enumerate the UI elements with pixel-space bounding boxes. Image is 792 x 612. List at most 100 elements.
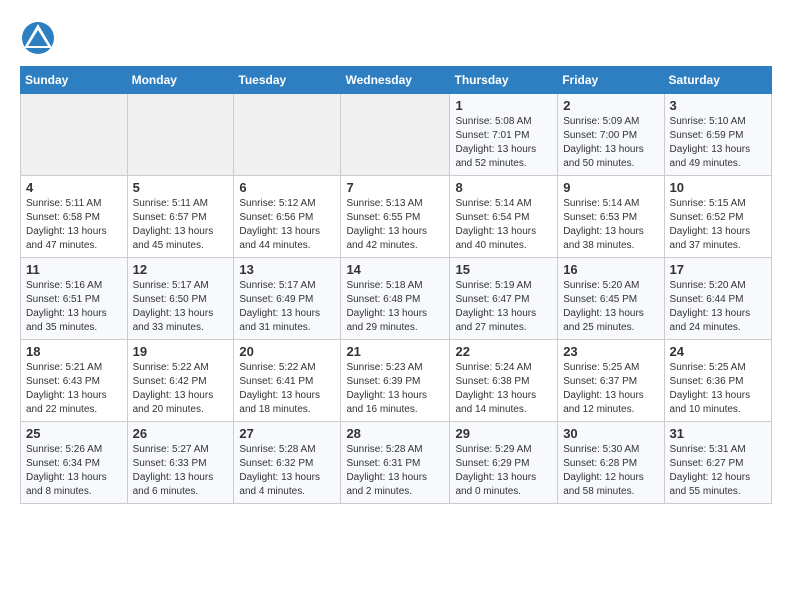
- day-number: 14: [346, 262, 444, 277]
- day-number: 13: [239, 262, 335, 277]
- calendar-cell: 28 Sunrise: 5:28 AM Sunset: 6:31 PM Dayli…: [341, 422, 450, 504]
- calendar-cell: [21, 94, 128, 176]
- calendar-cell: 4 Sunrise: 5:11 AM Sunset: 6:58 PM Daylig…: [21, 176, 128, 258]
- day-number: 17: [670, 262, 766, 277]
- weekday-header-thursday: Thursday: [450, 67, 558, 94]
- calendar-cell: [234, 94, 341, 176]
- day-number: 12: [133, 262, 229, 277]
- calendar-cell: 26 Sunrise: 5:27 AM Sunset: 6:33 PM Dayli…: [127, 422, 234, 504]
- calendar-cell: 15 Sunrise: 5:19 AM Sunset: 6:47 PM Dayli…: [450, 258, 558, 340]
- calendar-cell: 12 Sunrise: 5:17 AM Sunset: 6:50 PM Dayli…: [127, 258, 234, 340]
- day-info: Sunrise: 5:17 AM Sunset: 6:50 PM Dayligh…: [133, 279, 229, 335]
- day-number: 24: [670, 344, 766, 359]
- day-info: Sunrise: 5:27 AM Sunset: 6:33 PM Dayligh…: [133, 443, 229, 499]
- calendar-cell: 5 Sunrise: 5:11 AM Sunset: 6:57 PM Daylig…: [127, 176, 234, 258]
- day-info: Sunrise: 5:26 AM Sunset: 6:34 PM Dayligh…: [26, 443, 122, 499]
- day-info: Sunrise: 5:17 AM Sunset: 6:49 PM Dayligh…: [239, 279, 335, 335]
- calendar-cell: 30Sunrise: 5:30 AM Sunset: 6:28 PM Dayli…: [558, 422, 664, 504]
- day-number: 7: [346, 180, 444, 195]
- day-number: 2: [563, 98, 658, 113]
- day-info: Sunrise: 5:20 AM Sunset: 6:44 PM Dayligh…: [670, 279, 766, 335]
- weekday-header-sunday: Sunday: [21, 67, 128, 94]
- calendar-body: 1Sunrise: 5:08 AM Sunset: 7:01 PM Daylig…: [21, 94, 772, 504]
- day-number: 27: [239, 426, 335, 441]
- calendar-cell: 6 Sunrise: 5:12 AM Sunset: 6:56 PM Daylig…: [234, 176, 341, 258]
- calendar-cell: 13 Sunrise: 5:17 AM Sunset: 6:49 PM Dayli…: [234, 258, 341, 340]
- day-info: Sunrise: 5:28 AM Sunset: 6:32 PM Dayligh…: [239, 443, 335, 499]
- day-info: Sunrise: 5:09 AM Sunset: 7:00 PM Dayligh…: [563, 115, 658, 171]
- calendar-cell: 8 Sunrise: 5:14 AM Sunset: 6:54 PM Daylig…: [450, 176, 558, 258]
- day-info: Sunrise: 5:28 AM Sunset: 6:31 PM Dayligh…: [346, 443, 444, 499]
- calendar-cell: 10 Sunrise: 5:15 AM Sunset: 6:52 PM Dayli…: [664, 176, 771, 258]
- day-number: 29: [455, 426, 552, 441]
- calendar-cell: [127, 94, 234, 176]
- day-info: Sunrise: 5:19 AM Sunset: 6:47 PM Dayligh…: [455, 279, 552, 335]
- calendar-cell: 31 Sunrise: 5:31 AM Sunset: 6:27 PM Dayli…: [664, 422, 771, 504]
- calendar-cell: 19 Sunrise: 5:22 AM Sunset: 6:42 PM Dayli…: [127, 340, 234, 422]
- day-info: Sunrise: 5:29 AM Sunset: 6:29 PM Dayligh…: [455, 443, 552, 499]
- calendar-cell: 7Sunrise: 5:13 AM Sunset: 6:55 PM Daylig…: [341, 176, 450, 258]
- day-number: 26: [133, 426, 229, 441]
- calendar-week-1: 1Sunrise: 5:08 AM Sunset: 7:01 PM Daylig…: [21, 94, 772, 176]
- day-info: Sunrise: 5:11 AM Sunset: 6:58 PM Dayligh…: [26, 197, 122, 253]
- day-info: Sunrise: 5:22 AM Sunset: 6:42 PM Dayligh…: [133, 361, 229, 417]
- calendar-cell: 18Sunrise: 5:21 AM Sunset: 6:43 PM Dayli…: [21, 340, 128, 422]
- page-header: [20, 20, 772, 56]
- day-info: Sunrise: 5:11 AM Sunset: 6:57 PM Dayligh…: [133, 197, 229, 253]
- day-number: 23: [563, 344, 658, 359]
- calendar-cell: 20Sunrise: 5:22 AM Sunset: 6:41 PM Dayli…: [234, 340, 341, 422]
- day-number: 28: [346, 426, 444, 441]
- calendar-header: SundayMondayTuesdayWednesdayThursdayFrid…: [21, 67, 772, 94]
- day-info: Sunrise: 5:31 AM Sunset: 6:27 PM Dayligh…: [670, 443, 766, 499]
- day-number: 31: [670, 426, 766, 441]
- day-info: Sunrise: 5:24 AM Sunset: 6:38 PM Dayligh…: [455, 361, 552, 417]
- weekday-row: SundayMondayTuesdayWednesdayThursdayFrid…: [21, 67, 772, 94]
- calendar-cell: 21 Sunrise: 5:23 AM Sunset: 6:39 PM Dayli…: [341, 340, 450, 422]
- calendar-week-4: 18Sunrise: 5:21 AM Sunset: 6:43 PM Dayli…: [21, 340, 772, 422]
- day-info: Sunrise: 5:15 AM Sunset: 6:52 PM Dayligh…: [670, 197, 766, 253]
- calendar-cell: 16Sunrise: 5:20 AM Sunset: 6:45 PM Dayli…: [558, 258, 664, 340]
- weekday-header-tuesday: Tuesday: [234, 67, 341, 94]
- calendar-cell: 11 Sunrise: 5:16 AM Sunset: 6:51 PM Dayli…: [21, 258, 128, 340]
- calendar-cell: 24Sunrise: 5:25 AM Sunset: 6:36 PM Dayli…: [664, 340, 771, 422]
- calendar-cell: 29 Sunrise: 5:29 AM Sunset: 6:29 PM Dayli…: [450, 422, 558, 504]
- weekday-header-saturday: Saturday: [664, 67, 771, 94]
- weekday-header-friday: Friday: [558, 67, 664, 94]
- day-number: 25: [26, 426, 122, 441]
- calendar-week-2: 4 Sunrise: 5:11 AM Sunset: 6:58 PM Daylig…: [21, 176, 772, 258]
- logo: [20, 20, 60, 56]
- calendar-table: SundayMondayTuesdayWednesdayThursdayFrid…: [20, 66, 772, 504]
- day-info: Sunrise: 5:21 AM Sunset: 6:43 PM Dayligh…: [26, 361, 122, 417]
- day-number: 10: [670, 180, 766, 195]
- day-info: Sunrise: 5:12 AM Sunset: 6:56 PM Dayligh…: [239, 197, 335, 253]
- day-number: 8: [455, 180, 552, 195]
- calendar-week-5: 25 Sunrise: 5:26 AM Sunset: 6:34 PM Dayli…: [21, 422, 772, 504]
- day-info: Sunrise: 5:14 AM Sunset: 6:54 PM Dayligh…: [455, 197, 552, 253]
- day-info: Sunrise: 5:25 AM Sunset: 6:37 PM Dayligh…: [563, 361, 658, 417]
- day-number: 22: [455, 344, 552, 359]
- day-info: Sunrise: 5:23 AM Sunset: 6:39 PM Dayligh…: [346, 361, 444, 417]
- calendar-cell: 23 Sunrise: 5:25 AM Sunset: 6:37 PM Dayli…: [558, 340, 664, 422]
- calendar-cell: 3 Sunrise: 5:10 AM Sunset: 6:59 PM Daylig…: [664, 94, 771, 176]
- day-number: 3: [670, 98, 766, 113]
- day-number: 5: [133, 180, 229, 195]
- day-info: Sunrise: 5:18 AM Sunset: 6:48 PM Dayligh…: [346, 279, 444, 335]
- day-number: 21: [346, 344, 444, 359]
- calendar-cell: 2 Sunrise: 5:09 AM Sunset: 7:00 PM Daylig…: [558, 94, 664, 176]
- day-info: Sunrise: 5:20 AM Sunset: 6:45 PM Dayligh…: [563, 279, 658, 335]
- day-info: Sunrise: 5:16 AM Sunset: 6:51 PM Dayligh…: [26, 279, 122, 335]
- day-number: 19: [133, 344, 229, 359]
- day-number: 4: [26, 180, 122, 195]
- day-info: Sunrise: 5:14 AM Sunset: 6:53 PM Dayligh…: [563, 197, 658, 253]
- calendar-cell: 9Sunrise: 5:14 AM Sunset: 6:53 PM Daylig…: [558, 176, 664, 258]
- day-info: Sunrise: 5:30 AM Sunset: 6:28 PM Dayligh…: [563, 443, 658, 499]
- day-info: Sunrise: 5:10 AM Sunset: 6:59 PM Dayligh…: [670, 115, 766, 171]
- logo-icon: [20, 20, 56, 56]
- calendar-cell: 27 Sunrise: 5:28 AM Sunset: 6:32 PM Dayli…: [234, 422, 341, 504]
- day-number: 11: [26, 262, 122, 277]
- day-number: 15: [455, 262, 552, 277]
- calendar-cell: 1Sunrise: 5:08 AM Sunset: 7:01 PM Daylig…: [450, 94, 558, 176]
- day-number: 6: [239, 180, 335, 195]
- day-number: 1: [455, 98, 552, 113]
- day-info: Sunrise: 5:22 AM Sunset: 6:41 PM Dayligh…: [239, 361, 335, 417]
